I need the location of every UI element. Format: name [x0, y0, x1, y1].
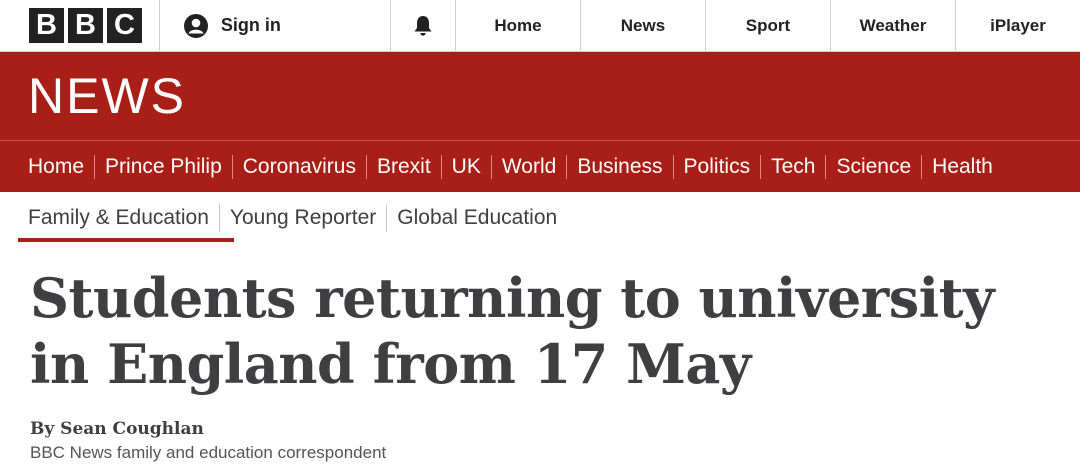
logo-letter: B [68, 8, 103, 43]
main-nav-tech[interactable]: Tech [760, 154, 825, 179]
top-nav: Home News Sport Weather iPlayer [456, 0, 1080, 51]
author-name: By Sean Coughlan [30, 419, 204, 439]
top-bar: B B C Sign in Home News Sport Weather iP… [0, 0, 1080, 52]
main-nav-health[interactable]: Health [921, 154, 1003, 179]
main-nav-prince-philip[interactable]: Prince Philip [94, 154, 232, 179]
byline: By Sean Coughlan BBC News family and edu… [30, 419, 1050, 463]
bell-icon [414, 15, 432, 36]
logo-letter: B [29, 8, 64, 43]
top-nav-home[interactable]: Home [456, 0, 581, 51]
main-nav-science[interactable]: Science [825, 154, 921, 179]
author-role: BBC News family and education correspond… [30, 443, 387, 462]
article-headline: Students returning to university in Engl… [30, 266, 995, 396]
main-nav: Home Prince Philip Coronavirus Brexit UK… [0, 141, 1080, 192]
top-nav-weather[interactable]: Weather [831, 0, 956, 51]
logo-letter: C [107, 8, 142, 43]
main-nav-business[interactable]: Business [566, 154, 672, 179]
sub-nav-global-education[interactable]: Global Education [386, 203, 567, 232]
news-banner: NEWS [0, 52, 1080, 141]
main-nav-brexit[interactable]: Brexit [365, 154, 441, 179]
news-title[interactable]: NEWS [28, 67, 186, 125]
top-nav-news[interactable]: News [581, 0, 706, 51]
sign-in-label: Sign in [220, 15, 281, 35]
sub-nav-young-reporter[interactable]: Young Reporter [218, 203, 386, 232]
main-nav-coronavirus[interactable]: Coronavirus [231, 154, 366, 179]
sub-nav-family-education[interactable]: Family & Education [28, 204, 219, 232]
sub-nav: Family & Education Young Reporter Global… [0, 192, 1080, 243]
top-nav-iplayer[interactable]: iPlayer [956, 0, 1080, 51]
bbc-logo[interactable]: B B C [29, 8, 142, 43]
main-nav-world[interactable]: World [490, 154, 566, 179]
main-nav-home[interactable]: Home [28, 155, 94, 179]
notifications-button[interactable] [391, 0, 456, 51]
active-tab-indicator [18, 238, 234, 242]
main-nav-politics[interactable]: Politics [672, 154, 761, 179]
user-icon [183, 13, 208, 38]
bbc-logo-wrap[interactable]: B B C [0, 0, 160, 51]
top-nav-sport[interactable]: Sport [706, 0, 831, 51]
sign-in-button[interactable]: Sign in [160, 0, 392, 51]
main-nav-uk[interactable]: UK [440, 154, 491, 179]
